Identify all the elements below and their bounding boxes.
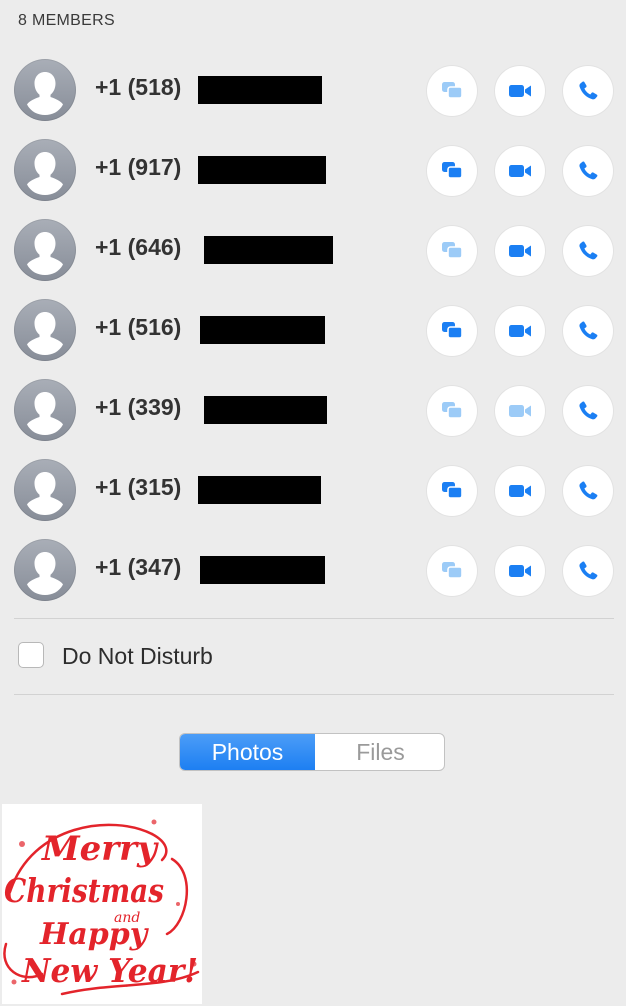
message-button[interactable] — [427, 466, 477, 516]
person-silhouette-icon — [27, 232, 63, 275]
member-row[interactable]: +1 (917) — [0, 130, 626, 210]
greeting-text-merry: Merry — [41, 829, 159, 869]
video-call-button[interactable] — [495, 386, 545, 436]
message-button[interactable] — [427, 306, 477, 356]
greeting-card-image: Merry Christmas and Happy New Year! — [3, 819, 200, 996]
message-button[interactable] — [427, 146, 477, 196]
greeting-text-happy: Happy — [39, 917, 150, 952]
person-silhouette-icon — [27, 312, 63, 355]
message-bubbles-icon — [442, 162, 463, 179]
tab-files[interactable]: Files — [315, 734, 444, 770]
video-call-button[interactable] — [495, 466, 545, 516]
redaction-bar — [198, 76, 322, 104]
message-button[interactable] — [427, 66, 477, 116]
avatar — [14, 379, 76, 441]
member-row[interactable]: +1 (646) — [0, 210, 626, 290]
attachments-segmented-control: Photos Files — [179, 733, 445, 771]
members-count-header: 8 MEMBERS — [18, 12, 115, 29]
member-phone-number: +1 (516) — [95, 314, 182, 340]
video-camera-icon — [509, 405, 531, 417]
redaction-bar — [200, 316, 325, 344]
message-bubbles-icon — [442, 322, 463, 339]
phone-handset-icon — [579, 161, 598, 180]
avatar — [14, 219, 76, 281]
video-call-button[interactable] — [495, 546, 545, 596]
person-silhouette-icon — [27, 152, 63, 195]
member-phone-number: +1 (315) — [95, 474, 182, 500]
tab-photos[interactable]: Photos — [180, 734, 315, 770]
member-row[interactable]: +1 (518) — [0, 50, 626, 130]
divider — [14, 694, 614, 695]
person-silhouette-icon — [27, 472, 63, 515]
redaction-bar — [198, 476, 321, 504]
redaction-bar — [204, 396, 327, 424]
avatar — [14, 299, 76, 361]
person-silhouette-icon — [27, 72, 63, 115]
audio-call-button[interactable] — [563, 466, 613, 516]
video-call-button[interactable] — [495, 146, 545, 196]
avatar — [14, 539, 76, 601]
message-bubbles-icon — [442, 402, 463, 419]
avatar — [14, 459, 76, 521]
redaction-bar — [198, 156, 326, 184]
phone-handset-icon — [579, 481, 598, 500]
person-silhouette-icon — [27, 392, 63, 435]
redaction-bar — [204, 236, 333, 264]
video-camera-icon — [509, 85, 531, 97]
member-phone-number: +1 (518) — [95, 74, 182, 100]
phone-handset-icon — [579, 81, 598, 100]
video-camera-icon — [509, 485, 531, 497]
avatar — [14, 139, 76, 201]
do-not-disturb-checkbox[interactable] — [18, 642, 44, 668]
member-row[interactable]: +1 (315) — [0, 450, 626, 530]
video-camera-icon — [509, 165, 531, 177]
video-camera-icon — [509, 245, 531, 257]
person-silhouette-icon — [27, 552, 63, 595]
audio-call-button[interactable] — [563, 226, 613, 276]
avatar — [14, 59, 76, 121]
video-call-button[interactable] — [495, 66, 545, 116]
message-bubbles-icon — [442, 482, 463, 499]
divider — [14, 618, 614, 619]
greeting-text-christmas: Christmas — [4, 871, 164, 910]
message-button[interactable] — [427, 226, 477, 276]
video-call-button[interactable] — [495, 226, 545, 276]
audio-call-button[interactable] — [563, 306, 613, 356]
member-phone-number: +1 (347) — [95, 554, 182, 580]
video-call-button[interactable] — [495, 306, 545, 356]
message-bubbles-icon — [442, 242, 463, 259]
member-row[interactable]: +1 (339) — [0, 370, 626, 450]
member-list: +1 (518) +1 (917) +1 (646) +1 (516) +1 (… — [0, 50, 626, 610]
video-camera-icon — [509, 565, 531, 577]
message-bubbles-icon — [442, 82, 463, 99]
member-row[interactable]: +1 (347) — [0, 530, 626, 610]
video-camera-icon — [509, 325, 531, 337]
audio-call-button[interactable] — [563, 386, 613, 436]
audio-call-button[interactable] — [563, 146, 613, 196]
phone-handset-icon — [579, 321, 598, 340]
phone-handset-icon — [579, 241, 598, 260]
message-button[interactable] — [427, 546, 477, 596]
greeting-text-new-year: New Year! — [21, 951, 198, 990]
member-phone-number: +1 (917) — [95, 154, 182, 180]
phone-handset-icon — [579, 401, 598, 420]
audio-call-button[interactable] — [563, 546, 613, 596]
do-not-disturb-label: Do Not Disturb — [62, 643, 213, 669]
member-row[interactable]: +1 (516) — [0, 290, 626, 370]
message-bubbles-icon — [442, 562, 463, 579]
phone-handset-icon — [579, 561, 598, 580]
redaction-bar — [200, 556, 325, 584]
member-phone-number: +1 (646) — [95, 234, 182, 260]
message-button[interactable] — [427, 386, 477, 436]
audio-call-button[interactable] — [563, 66, 613, 116]
photo-thumbnail[interactable]: Merry Christmas and Happy New Year! — [2, 804, 202, 1004]
member-phone-number: +1 (339) — [95, 394, 182, 420]
